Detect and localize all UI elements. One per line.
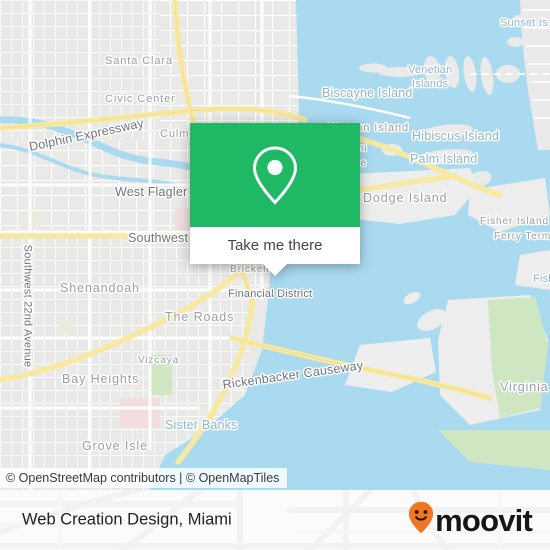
popup-pointer — [263, 264, 287, 276]
map-pin-icon — [249, 144, 301, 206]
moovit-smiley-pin-icon — [408, 501, 434, 539]
page-title: Web Creation Design, Miami — [22, 510, 232, 529]
map-attribution[interactable]: © OpenStreetMap contributors | © OpenMap… — [0, 468, 288, 488]
map-popup-card[interactable]: Take me there — [190, 123, 360, 276]
moovit-logo[interactable]: moovit — [408, 501, 533, 539]
map-canvas[interactable]: Santa Clara Civic Center Dolphin Express… — [0, 0, 550, 490]
moovit-wordmark: moovit — [435, 502, 533, 538]
take-me-there-button[interactable]: Take me there — [190, 227, 360, 264]
footer-bar: Web Creation Design, Miami moovit — [0, 490, 550, 550]
popup-icon-area — [190, 123, 360, 227]
take-me-there-label: Take me there — [227, 237, 323, 254]
map-screenshot: Santa Clara Civic Center Dolphin Express… — [0, 0, 550, 550]
